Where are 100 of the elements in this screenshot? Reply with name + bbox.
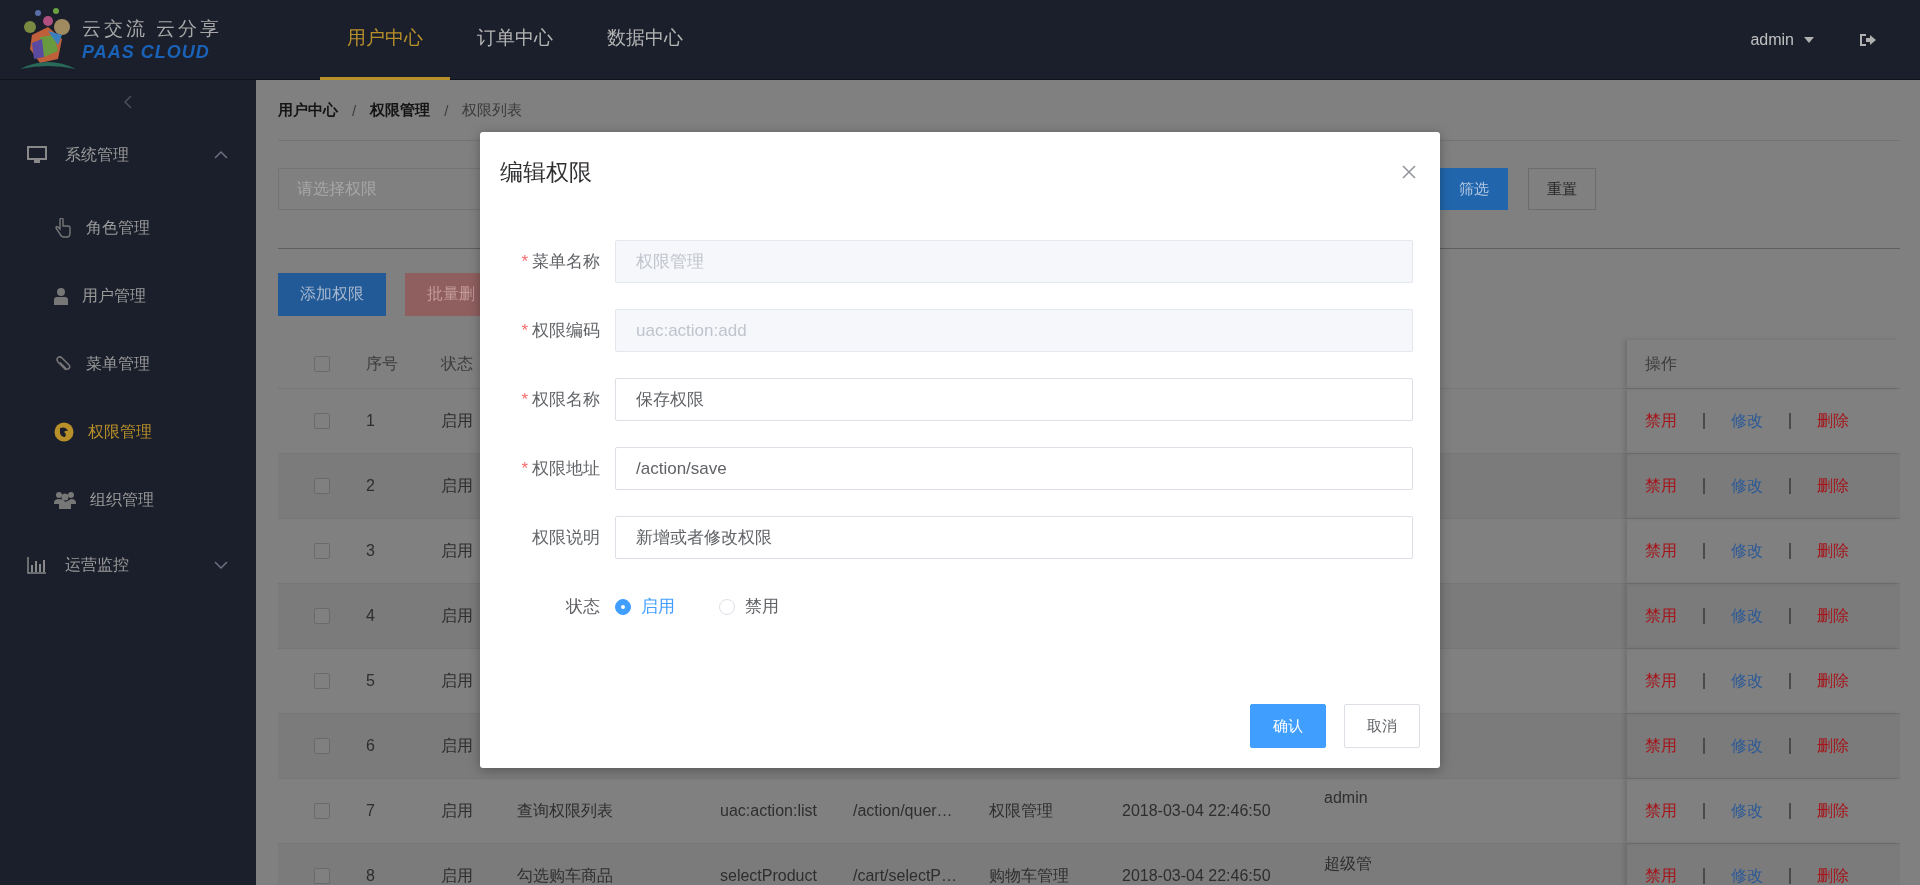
input-field[interactable]: 保存权限: [615, 378, 1413, 421]
reset-button[interactable]: 重置: [1528, 168, 1596, 210]
logo-slogan: 云交流 云分享: [82, 17, 223, 41]
logout-icon[interactable]: [1860, 32, 1876, 47]
user-menu[interactable]: admin: [1750, 30, 1794, 49]
caret-icon[interactable]: [1804, 36, 1814, 43]
action-link[interactable]: 删除: [1817, 865, 1849, 885]
table-cell: 8: [366, 867, 375, 885]
table-cell: 5: [366, 672, 375, 690]
action-link[interactable]: 修改: [1731, 735, 1763, 757]
action-link[interactable]: 删除: [1817, 800, 1849, 822]
table-cell-text: 启用: [441, 475, 473, 496]
breadcrumb-separator: /: [444, 101, 449, 119]
table-cell: /action/quer…: [853, 802, 953, 820]
table-cell-text: 启用: [441, 410, 473, 431]
breadcrumb-separator: /: [352, 101, 357, 119]
bar-chart-icon: [27, 556, 47, 574]
logo-brand: PAAS CLOUD: [82, 42, 211, 63]
filter-button[interactable]: 筛选: [1440, 168, 1508, 210]
field-label: 状态: [565, 596, 601, 618]
action-link[interactable]: 修改: [1731, 475, 1763, 497]
table-cell: 1: [366, 412, 375, 430]
add-button[interactable]: 添加权限: [278, 273, 386, 316]
action-link[interactable]: 删除: [1817, 475, 1849, 497]
column-header: 操作: [1645, 353, 1677, 374]
nav-tab[interactable]: 订单中心: [450, 0, 580, 80]
close-icon[interactable]: [1402, 165, 1416, 179]
table-cell: 6: [366, 737, 375, 755]
table-cell: 购物车管理: [989, 865, 1069, 885]
field-label: * 权限地址: [520, 458, 601, 480]
confirm-button[interactable]: 确认: [1250, 704, 1326, 748]
table-cell-text: 启用: [441, 605, 473, 626]
hand-icon: [54, 218, 72, 238]
action-link[interactable]: 删除: [1817, 410, 1849, 432]
table-cell-text: 启用: [441, 670, 473, 691]
chevron-up-icon: [214, 151, 228, 159]
table-cell: 启用: [441, 865, 473, 885]
field-label: * 权限编码: [520, 320, 601, 342]
group-icon: [54, 491, 76, 509]
table-cell: /cart/selectP…: [853, 867, 958, 885]
breadcrumb-item[interactable]: 权限管理: [370, 100, 431, 120]
menu-group[interactable]: 运营监控: [0, 534, 256, 596]
table-cell-text: 查询权限列表: [517, 800, 613, 821]
table-cell-text: 启用: [441, 800, 473, 821]
table-cell: 2018-03-04 22:46:50: [1122, 802, 1271, 820]
input-field[interactable]: /action/save: [615, 447, 1413, 490]
table-cell: 2018-03-04 22:46:50: [1122, 867, 1271, 885]
menu-item[interactable]: 菜单管理: [0, 330, 256, 398]
action-link[interactable]: 禁用: [1645, 800, 1677, 822]
action-link[interactable]: 修改: [1731, 865, 1763, 885]
menu-item[interactable]: 权限管理: [0, 398, 256, 466]
nav-tab[interactable]: 数据中心: [580, 0, 710, 80]
action-link[interactable]: 删除: [1817, 605, 1849, 627]
swirl-icon: [54, 422, 74, 442]
dialog-title: 编辑权限: [500, 157, 592, 187]
chevron-left-icon[interactable]: [124, 95, 132, 109]
action-link[interactable]: 修改: [1731, 800, 1763, 822]
menu-group[interactable]: 系统管理: [0, 124, 256, 186]
field-label: * 权限名称: [520, 389, 601, 411]
chevron-down-icon: [214, 561, 228, 569]
table-cell-text: 权限管理: [989, 800, 1053, 821]
table-cell: 2: [366, 477, 375, 495]
column-header: 序号: [366, 353, 398, 374]
action-link[interactable]: 修改: [1731, 540, 1763, 562]
table-cell: 勾选购车商品: [517, 865, 613, 885]
action-link[interactable]: 删除: [1817, 540, 1849, 562]
table-cell-text: 启用: [441, 735, 473, 756]
action-link[interactable]: 禁用: [1645, 540, 1677, 562]
input-field[interactable]: 新增或者修改权限: [615, 516, 1413, 559]
action-link[interactable]: 禁用: [1645, 475, 1677, 497]
monitor-icon: [27, 146, 47, 164]
field-label: 权限说明: [531, 527, 601, 549]
table-cell-text: 启用: [441, 540, 473, 561]
radio-option[interactable]: 禁用: [719, 595, 779, 618]
table-cell: 3: [366, 542, 375, 560]
action-link[interactable]: 禁用: [1645, 605, 1677, 627]
menu-item[interactable]: 用户管理: [0, 262, 256, 330]
cancel-button[interactable]: 取消: [1344, 704, 1420, 748]
table-cell: selectProduct: [720, 867, 817, 885]
table-cell-text: 超级管: [1324, 854, 1372, 874]
table-cell: 4: [366, 607, 375, 625]
table-cell: uac:action:list: [720, 802, 817, 820]
action-link[interactable]: 修改: [1731, 605, 1763, 627]
menu-item[interactable]: 组织管理: [0, 466, 256, 534]
table-cell: admin: [1324, 789, 1368, 807]
breadcrumb-item: 权限列表: [462, 100, 523, 120]
action-link[interactable]: 删除: [1817, 670, 1849, 692]
action-link[interactable]: 禁用: [1645, 410, 1677, 432]
radio-option[interactable]: 启用: [615, 595, 675, 618]
user-icon: [54, 287, 68, 305]
table-cell: 7: [366, 802, 375, 820]
menu-item[interactable]: 角色管理: [0, 194, 256, 262]
action-link[interactable]: 禁用: [1645, 670, 1677, 692]
action-link[interactable]: 禁用: [1645, 865, 1677, 885]
breadcrumb-item[interactable]: 用户中心: [278, 100, 338, 120]
action-link[interactable]: 修改: [1731, 670, 1763, 692]
action-link[interactable]: 修改: [1731, 410, 1763, 432]
action-link[interactable]: 禁用: [1645, 735, 1677, 757]
action-link[interactable]: 删除: [1817, 735, 1849, 757]
column-header: 状态: [441, 353, 473, 374]
